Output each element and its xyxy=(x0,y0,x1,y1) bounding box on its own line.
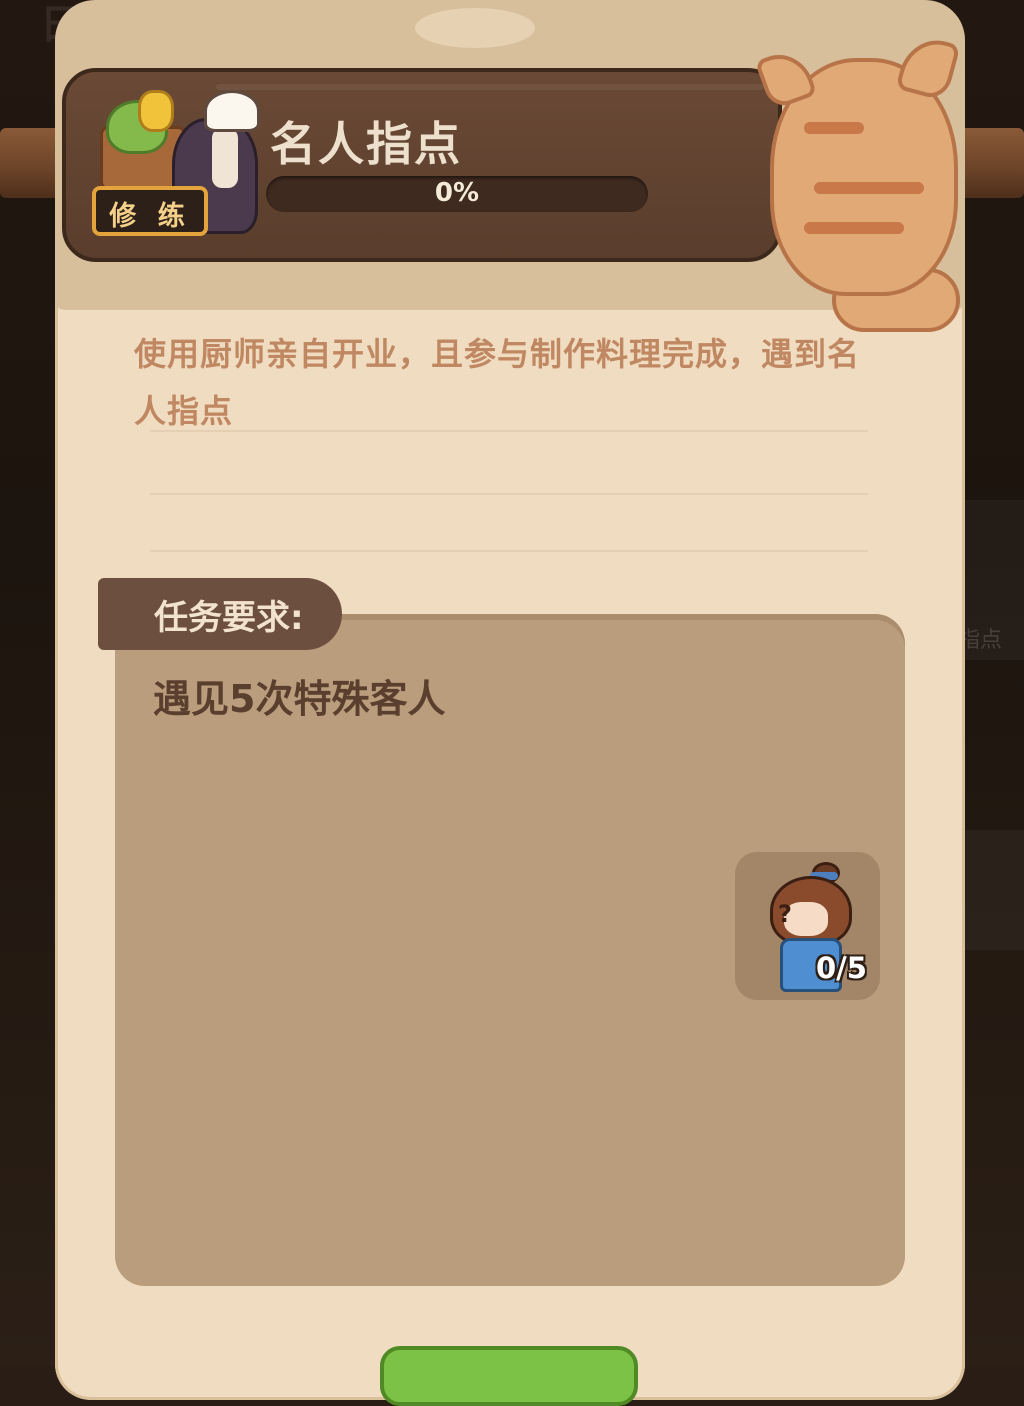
cat-stripe xyxy=(804,222,904,234)
chef-hat-icon xyxy=(204,90,260,132)
task-requirements-label: 任务要求: xyxy=(154,598,304,638)
paper-line xyxy=(150,430,868,432)
corn-icon xyxy=(138,90,174,132)
paper-line xyxy=(150,550,868,552)
question-mark-icon: ? xyxy=(778,900,792,928)
task-requirement-text: 遇见5次特殊客人 xyxy=(153,677,446,721)
training-badge: 修 练 xyxy=(92,186,208,236)
quest-progress-bar: 0% xyxy=(266,176,648,212)
paper-bump xyxy=(415,8,535,48)
training-badge-label: 修 练 xyxy=(109,201,191,232)
quest-progress-text: 0% xyxy=(434,178,480,208)
cat-decoration xyxy=(752,32,967,333)
confirm-button[interactable] xyxy=(380,1346,638,1406)
cat-stripe xyxy=(814,182,924,194)
quest-title: 名人指点 xyxy=(270,117,462,171)
paper-line xyxy=(150,493,868,495)
quest-description: 使用厨师亲自开业，且参与制作料理完成，遇到名人指点 xyxy=(134,335,861,430)
requirement-count: 0/5 xyxy=(816,951,867,985)
chef-face-icon xyxy=(212,128,238,188)
cat-stripe xyxy=(804,122,864,134)
